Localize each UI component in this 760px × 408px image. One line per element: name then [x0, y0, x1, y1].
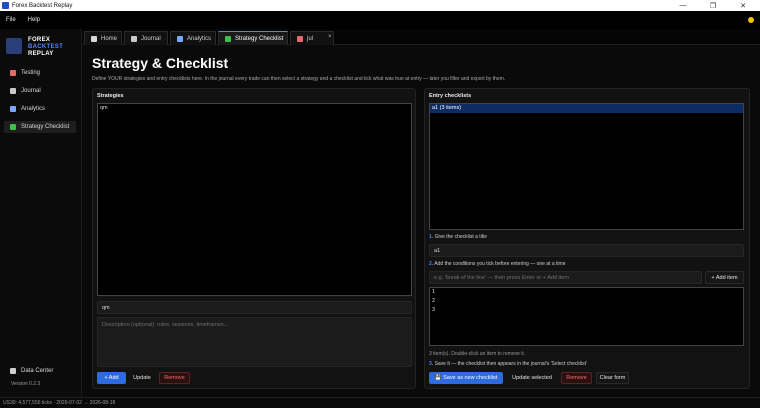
tab-close-icon[interactable]: × [328, 34, 332, 40]
step-1-label: 1. Give the checklist a title [429, 234, 487, 240]
tab-journal[interactable]: Journal [124, 31, 168, 45]
step-3-text: Save it — the checklist then appears in … [434, 361, 587, 367]
sidebar-item-label: Strategy Checklist [21, 124, 70, 130]
close-window-button[interactable]: ✕ [728, 0, 758, 11]
tab-strategy-checklist[interactable]: Strategy Checklist [218, 31, 288, 45]
window-titlebar: Forex Backtest Replay [0, 0, 760, 11]
menu-file[interactable]: File [6, 17, 16, 23]
minimize-button[interactable]: — [668, 0, 698, 11]
list-item[interactable]: 1 [430, 288, 743, 297]
tab-label: Strategy Checklist [235, 35, 284, 42]
tab-label: jul [307, 35, 314, 42]
sidebar-item-data-center[interactable]: Data Center [4, 365, 76, 377]
page-description: Define YOUR strategies and entry checkli… [92, 76, 506, 82]
menu-bar: File Help [0, 11, 760, 29]
notebook-icon [131, 35, 137, 42]
clear-form-button[interactable]: Clear form [596, 372, 629, 384]
strategies-panel: Strategies qm qm Description (optional):… [92, 88, 416, 389]
logo-line-3: REPLAY [28, 51, 54, 57]
update-strategy-button[interactable]: Update [128, 372, 156, 384]
sidebar-item-label: Testing [21, 70, 41, 76]
strategy-name-input[interactable]: qm [97, 301, 412, 314]
list-item[interactable]: 2 [430, 297, 743, 306]
remove-strategy-button[interactable]: Remove [159, 372, 190, 384]
step-2-number: 2. [429, 261, 434, 267]
conditions-list[interactable]: 1 2 3 [429, 287, 744, 346]
step-1-text: Give the checklist a title [434, 234, 488, 240]
list-item[interactable]: qm [98, 104, 411, 113]
sidebar-item-label: Data Center [21, 368, 54, 374]
items-count-hint: 3 item(s). Double-click an item to remov… [429, 351, 526, 357]
notebook-icon [10, 88, 16, 94]
step-3-number: 3. [429, 361, 434, 367]
tab-label: Home [101, 35, 118, 42]
maximize-button[interactable]: ❐ [698, 0, 728, 11]
condition-input[interactable]: e.g. 'break of the line' — then press En… [429, 271, 702, 284]
check-icon [225, 35, 231, 42]
step-2-label: 2. Add the conditions you tick before en… [429, 261, 566, 267]
checklists-list[interactable]: a1 (3 items) [429, 103, 744, 230]
bar-chart-icon [177, 35, 183, 42]
tab-home[interactable]: Home [84, 31, 122, 45]
status-indicator-icon [748, 17, 754, 23]
step-2-text: Add the conditions you tick before enter… [434, 261, 566, 267]
list-item[interactable]: a1 (3 items) [430, 104, 743, 113]
step-3-label: 3. Save it — the checklist then appears … [429, 361, 587, 367]
list-item[interactable]: 3 [430, 306, 743, 315]
checklist-title-input[interactable]: a1 [429, 244, 744, 257]
chart-icon [10, 70, 16, 76]
tab-analytics[interactable]: Analytics [170, 31, 216, 45]
bar-chart-icon [10, 106, 16, 112]
chart-icon [297, 35, 303, 42]
update-selected-button[interactable]: Update selected [507, 372, 557, 384]
save-new-checklist-button[interactable]: 💾 Save as new checklist [429, 372, 503, 384]
sidebar-item-label: Analytics [21, 106, 46, 112]
step-1-number: 1. [429, 234, 434, 240]
window-title: Forex Backtest Replay [12, 2, 73, 9]
sidebar-item-strategy-checklist[interactable]: Strategy Checklist [4, 121, 76, 133]
page-title: Strategy & Checklist [92, 55, 229, 71]
app-icon [2, 2, 9, 9]
add-strategy-button[interactable]: + Add [97, 372, 126, 384]
app-logo: FOREX BACKTEST REPLAY [6, 37, 80, 61]
checklists-title: Entry checklists [429, 93, 472, 99]
sidebar: FOREX BACKTEST REPLAY Testing Journal An… [0, 29, 82, 397]
remove-checklist-button[interactable]: Remove [561, 372, 592, 384]
menu-help[interactable]: Help [28, 17, 40, 23]
sidebar-item-analytics[interactable]: Analytics [4, 103, 76, 115]
sidebar-item-testing[interactable]: Testing [4, 67, 76, 79]
logo-line-1: FOREX [28, 37, 51, 43]
entry-checklists-panel: Entry checklists a1 (3 items) 1. Give th… [424, 88, 750, 389]
strategy-description-input[interactable]: Description (optional): rules, sessions,… [97, 317, 412, 367]
database-icon [10, 368, 16, 374]
version-label: Version 0.2.3 [11, 381, 41, 387]
sidebar-item-journal[interactable]: Journal [4, 85, 76, 97]
tab-label: Journal [141, 35, 161, 42]
add-item-button[interactable]: + Add item [705, 271, 744, 284]
strategies-title: Strategies [97, 93, 124, 99]
tab-bar: Home Journal Analytics Strategy Checklis… [82, 29, 760, 45]
check-icon [10, 124, 16, 130]
sidebar-item-label: Journal [21, 88, 41, 94]
strategies-list[interactable]: qm [97, 103, 412, 296]
tab-label: Analytics [187, 35, 212, 42]
home-icon [91, 35, 97, 42]
status-bar: US30: 4,577,556 ticks · 2026-07-02 → 202… [0, 397, 760, 408]
logo-mark-icon [6, 38, 22, 54]
logo-line-2: BACKTEST [28, 44, 64, 50]
